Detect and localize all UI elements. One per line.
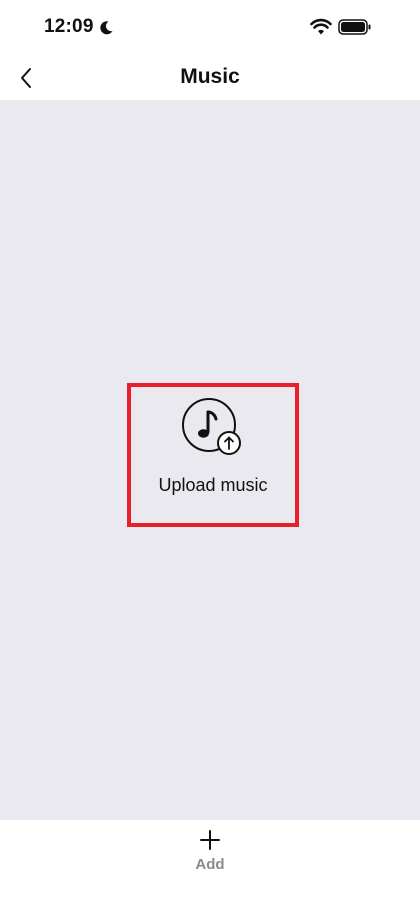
wifi-icon — [310, 18, 332, 35]
battery-icon — [338, 19, 371, 35]
plus-icon — [200, 830, 220, 850]
upload-music-button[interactable]: Upload music — [127, 383, 299, 527]
status-time: 12:09 — [44, 16, 94, 37]
music-content-area: Upload music — [0, 100, 420, 820]
status-bar: 12:09 — [0, 0, 420, 56]
bottom-toolbar: Add — [0, 820, 420, 911]
nav-header: Music — [0, 56, 420, 100]
music-upload-icon — [182, 398, 241, 455]
moon-icon — [100, 21, 113, 35]
add-label: Add — [195, 856, 225, 873]
add-button[interactable]: Add — [170, 824, 250, 878]
upload-music-label: Upload music — [158, 475, 268, 495]
page-title: Music — [180, 65, 240, 88]
music-screen: 12:09 Music Upload music Add — [0, 0, 420, 911]
